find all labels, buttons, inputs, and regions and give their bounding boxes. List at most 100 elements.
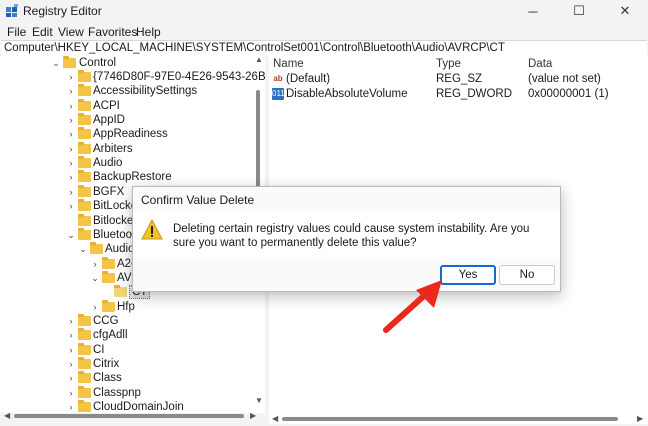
chevron-down-icon[interactable]: ⌄ [51,56,61,70]
chevron-right-icon[interactable]: › [66,156,76,170]
dialog-body: Deleting certain registry values could c… [133,211,560,259]
tree-item-label: Control [79,57,117,69]
chevron-down-icon[interactable]: ⌄ [78,242,88,256]
chevron-down-icon[interactable]: ⌄ [90,271,100,285]
chevron-right-icon[interactable]: › [90,300,100,314]
scroll-left-icon[interactable]: ◀ [272,414,278,423]
menu-file[interactable]: File [7,25,26,39]
chevron-right-icon[interactable]: › [66,185,76,199]
menu-edit[interactable]: Edit [32,25,53,39]
registry-editor-icon [6,4,18,17]
folder-icon [78,213,91,226]
chevron-right-icon[interactable]: › [66,70,76,84]
folder-icon [102,299,115,312]
folder-icon [90,242,103,255]
chevron-right-icon[interactable]: › [66,314,76,328]
value-row[interactable]: ab (Default) REG_SZ (value not set) [269,72,648,87]
column-header-name[interactable]: Name [273,58,304,70]
value-data: 0x00000001 (1) [528,88,609,100]
chevron-right-icon[interactable]: › [66,127,76,141]
tree-item-label: Arbiters [93,142,133,155]
tree-item-label: AppID [93,114,125,127]
folder-icon [78,371,91,384]
close-button[interactable]: ✕ [602,0,648,22]
scroll-right-icon[interactable]: ▶ [250,411,256,420]
folder-icon [78,184,91,197]
folder-icon [78,400,91,413]
folder-icon [78,313,91,326]
column-header-data[interactable]: Data [528,58,552,70]
scroll-left-icon[interactable]: ◀ [4,411,10,420]
tree-item-label: CCG [93,314,119,327]
folder-icon [63,56,76,68]
maximize-icon: ☐ [573,3,585,18]
maximize-button[interactable]: ☐ [556,0,602,22]
folder-icon [78,141,91,154]
minimize-icon: ─ [528,3,538,19]
tree-item-label: ACPI [93,99,120,112]
menu-view[interactable]: View [58,25,84,39]
chevron-right-icon[interactable]: › [66,84,76,98]
value-type: REG_SZ [436,73,483,85]
folder-icon [78,127,91,140]
values-hscroll-thumb[interactable] [282,417,618,421]
chevron-right-icon[interactable]: › [66,113,76,127]
folder-icon [78,328,91,341]
tree-item-label: CloudDomainJoin [93,401,184,413]
chevron-right-icon[interactable]: › [66,328,76,342]
address-path: Computer\HKEY_LOCAL_MACHINE\SYSTEM\Contr… [4,42,505,54]
tree-item-label: CI [93,343,105,356]
tree-item-label: Hfp [117,300,135,313]
menu-favorites[interactable]: Favorites [88,25,137,39]
tree-scroll-thumb[interactable] [256,90,260,200]
chevron-right-icon[interactable]: › [66,142,76,156]
tree-item-label: Citrix [93,358,120,370]
tree-item-label: cfgAdll [93,329,128,342]
tree-item-label: Classpnp [93,386,141,399]
warning-icon [141,219,163,240]
folder-icon [78,199,91,212]
chevron-right-icon[interactable]: › [66,400,76,413]
folder-icon [78,70,91,82]
menu-help[interactable]: Help [136,25,161,39]
folder-icon [78,385,91,398]
value-data: (value not set) [528,73,601,85]
folder-icon [78,113,91,126]
title-bar: Registry Editor ─ ☐ ✕ [0,0,648,22]
no-button[interactable]: No [499,265,555,285]
dialog-message: Deleting certain registry values could c… [173,223,530,249]
binary-value-icon: 011 [272,88,285,100]
chevron-right-icon[interactable]: › [66,99,76,113]
red-arrow-icon [383,280,442,333]
string-value-icon: ab [273,74,283,83]
tree-horizontal-scrollbar[interactable] [14,414,244,419]
window-title: Registry Editor [23,4,102,18]
folder-icon [102,270,115,283]
chevron-right-icon[interactable]: › [90,257,100,271]
tree-item-label: BackupRestore [93,171,172,184]
dialog-title: Confirm Value Delete [141,193,255,207]
chevron-down-icon[interactable]: ⌄ [66,228,76,242]
folder-icon [114,285,127,298]
tree-item-label: AccessibilitySettings [93,85,198,98]
tree-hscroll-thumb[interactable] [14,414,244,418]
tree-item-label: Audio [93,157,123,170]
chevron-right-icon[interactable]: › [66,357,76,371]
value-name: DisableAbsoluteVolume [286,88,408,100]
chevron-right-icon[interactable]: › [66,170,76,184]
chevron-right-icon[interactable]: › [66,371,76,385]
folder-icon [78,98,91,111]
chevron-right-icon[interactable]: › [66,199,76,213]
tree-item-label: Audio [105,243,135,256]
minimize-button[interactable]: ─ [510,0,556,22]
column-header-type[interactable]: Type [436,58,461,70]
scroll-down-icon[interactable]: ▼ [255,396,263,405]
address-bar[interactable]: Computer\HKEY_LOCAL_MACHINE\SYSTEM\Contr… [1,40,647,57]
value-row[interactable]: 011 DisableAbsoluteVolume REG_DWORD 0x00… [269,87,648,102]
chevron-right-icon[interactable]: › [66,386,76,400]
scroll-right-icon[interactable]: ▶ [637,414,643,423]
chevron-right-icon[interactable]: › [66,343,76,357]
tree-item-label: Class [93,372,122,385]
scroll-up-icon[interactable]: ▲ [255,55,263,64]
value-type: REG_DWORD [436,88,513,100]
